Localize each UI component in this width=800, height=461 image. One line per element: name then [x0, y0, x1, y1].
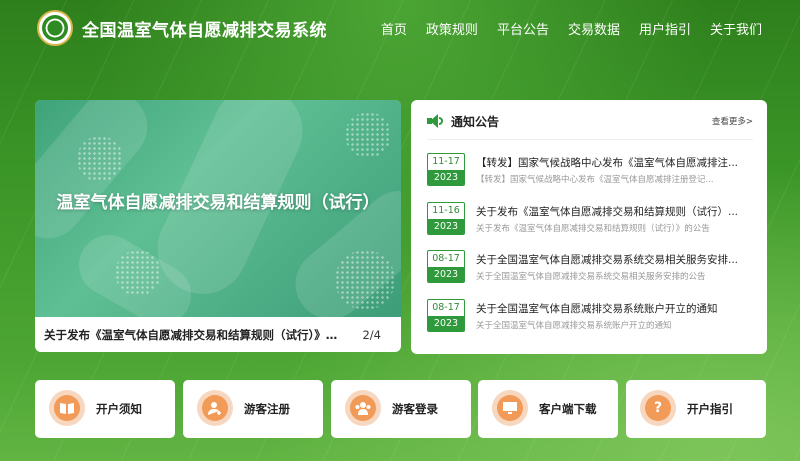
notice-item-summary: 关于发布《温室气体自愿减排交易和结算规则（试行）》的公告	[476, 223, 710, 234]
question-icon: ?	[640, 390, 676, 426]
speaker-icon	[427, 114, 443, 128]
notice-list: 11-17 2023 【转发】国家气候战略中心发布《温室气体自愿减排注... 【…	[427, 153, 757, 347]
nav-user-guide[interactable]: 用户指引	[639, 19, 691, 38]
nav-about[interactable]: 关于我们	[710, 19, 762, 38]
emblem-icon	[42, 15, 68, 41]
monitor-icon	[492, 390, 528, 426]
list-item[interactable]: 11-17 2023 【转发】国家气候战略中心发布《温室气体自愿减排注... 【…	[427, 153, 757, 202]
quick-link-account-guide[interactable]: ? 开户指引	[626, 380, 766, 438]
banner-page-indicator: 2/4	[362, 328, 381, 342]
notice-panel: 通知公告 查看更多> 11-17 2023 【转发】国家气候战略中心发布《温室气…	[411, 100, 767, 354]
banner-carousel[interactable]: 温室气体自愿减排交易和结算规则（试行） 关于发布《温室气体自愿减排交易和结算规则…	[35, 100, 401, 352]
header: 全国温室气体自愿减排交易系统 首页 政策规则 平台公告 交易数据 用户指引 关于…	[0, 0, 800, 58]
quick-link-label: 客户端下载	[539, 402, 597, 416]
list-item[interactable]: 08-17 2023 关于全国温室气体自愿减排交易系统账户开立的通知 关于全国温…	[427, 298, 757, 348]
nav-home[interactable]: 首页	[381, 19, 407, 38]
nav-policy[interactable]: 政策规则	[426, 19, 478, 38]
notice-item-title[interactable]: 关于全国温室气体自愿减排交易系统账户开立的通知	[476, 301, 756, 316]
site-logo[interactable]	[37, 10, 73, 46]
quick-link-label: 开户指引	[687, 402, 733, 416]
notice-title: 通知公告	[451, 115, 500, 129]
book-icon	[49, 390, 85, 426]
banner-caption-link[interactable]: 关于发布《温室气体自愿减排交易和结算规则（试行）》的...	[44, 327, 344, 343]
quick-link-label: 游客登录	[392, 402, 438, 416]
quick-link-client-download[interactable]: 客户端下载	[478, 380, 618, 438]
date-badge: 08-17 2023	[427, 250, 465, 283]
date-badge: 11-17 2023	[427, 153, 465, 186]
quick-link-label: 开户须知	[96, 402, 142, 416]
banner-image[interactable]: 温室气体自愿减排交易和结算规则（试行）	[35, 100, 401, 317]
notice-header: 通知公告 查看更多>	[427, 112, 753, 140]
main-nav: 首页 政策规则 平台公告 交易数据 用户指引 关于我们	[362, 19, 762, 38]
view-more-link[interactable]: 查看更多>	[712, 115, 753, 127]
quick-link-account-notice[interactable]: 开户须知	[35, 380, 175, 438]
list-item[interactable]: 11-16 2023 关于发布《温室气体自愿减排交易和结算规则（试行）... 关…	[427, 201, 757, 251]
list-item[interactable]: 08-17 2023 关于全国温室气体自愿减排交易系统交易相关服务安排... 关…	[427, 250, 757, 299]
notice-item-summary: 关于全国温室气体自愿减排交易系统账户开立的通知	[476, 320, 672, 331]
users-icon	[345, 390, 381, 426]
date-badge: 11-16 2023	[427, 201, 465, 235]
date-badge: 08-17 2023	[427, 298, 465, 332]
user-add-icon	[197, 390, 233, 426]
nav-trading-data[interactable]: 交易数据	[568, 19, 620, 38]
notice-item-title[interactable]: 关于全国温室气体自愿减排交易系统交易相关服务安排...	[476, 252, 756, 267]
notice-item-summary: 关于全国温室气体自愿减排交易系统交易相关服务安排的公告	[476, 272, 706, 282]
notice-item-summary: 【转发】国家气候战略中心发布《温室气体自愿减排注册登记...	[476, 175, 714, 185]
quick-link-label: 游客注册	[244, 402, 290, 416]
notice-item-title[interactable]: 关于发布《温室气体自愿减排交易和结算规则（试行）...	[476, 204, 756, 219]
banner-headline: 温室气体自愿减排交易和结算规则（试行）	[56, 193, 380, 213]
nav-announcements[interactable]: 平台公告	[497, 19, 549, 38]
quick-link-guest-register[interactable]: 游客注册	[183, 380, 323, 438]
quick-link-guest-login[interactable]: 游客登录	[331, 380, 471, 438]
site-title[interactable]: 全国温室气体自愿减排交易系统	[82, 16, 327, 41]
notice-item-title[interactable]: 【转发】国家气候战略中心发布《温室气体自愿减排注...	[476, 155, 756, 170]
